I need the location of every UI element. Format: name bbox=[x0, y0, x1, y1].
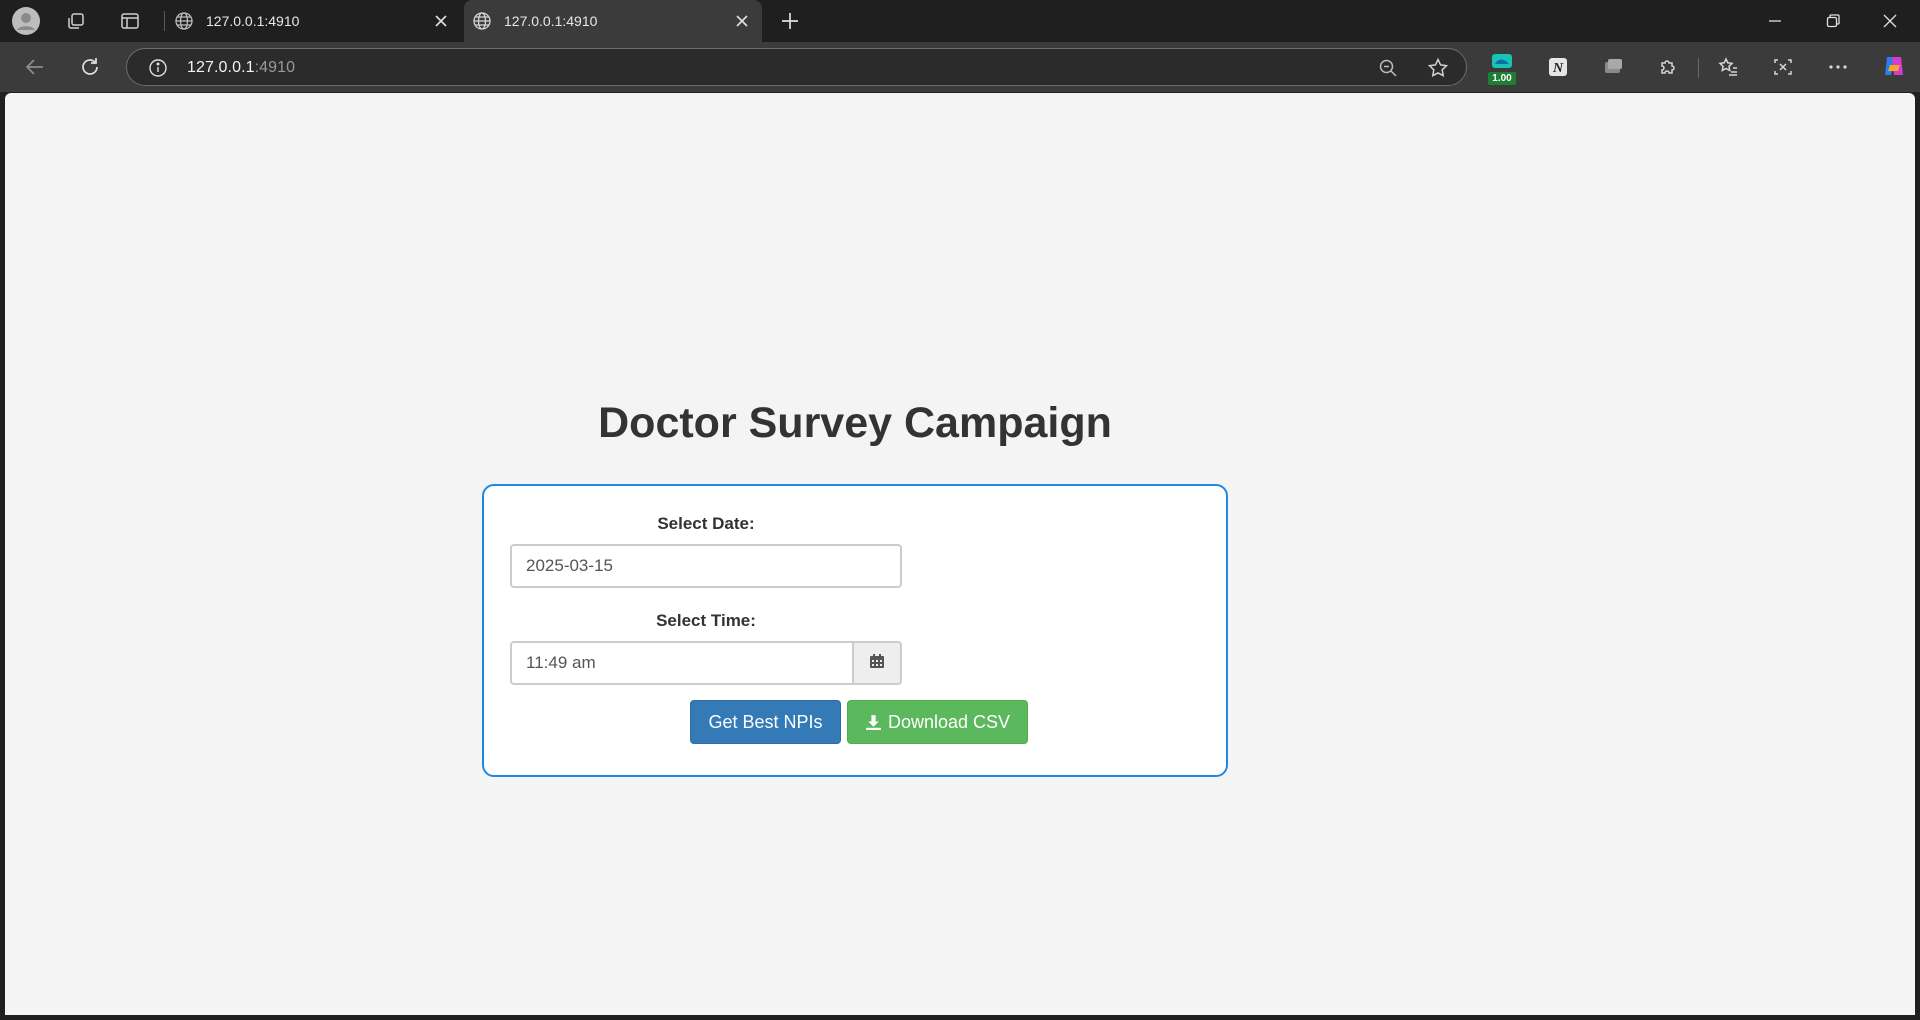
download-icon bbox=[866, 714, 881, 730]
browser-toolbar: 127.0.0.1:4910 1.00 N bbox=[0, 42, 1920, 92]
workspaces-icon[interactable] bbox=[64, 10, 88, 32]
screenshot-icon[interactable] bbox=[1771, 55, 1795, 79]
vertical-tabs-icon[interactable] bbox=[118, 10, 142, 32]
more-options-icon[interactable] bbox=[1826, 55, 1850, 79]
globe-icon bbox=[472, 11, 492, 34]
date-input[interactable]: 2025-03-15 bbox=[510, 544, 902, 588]
minimize-window-icon[interactable] bbox=[1763, 10, 1787, 32]
notion-extension-icon[interactable]: N bbox=[1546, 55, 1570, 79]
tab-title: 127.0.0.1:4910 bbox=[504, 13, 598, 29]
get-best-npis-label: Get Best NPIs bbox=[708, 711, 823, 732]
get-best-npis-button[interactable]: Get Best NPIs bbox=[690, 700, 841, 744]
browser-tab-bar: 127.0.0.1:4910 127.0.0.1:4910 bbox=[0, 0, 1920, 42]
tab-active[interactable]: 127.0.0.1:4910 bbox=[464, 0, 762, 42]
zoom-out-icon[interactable] bbox=[1377, 57, 1399, 79]
refresh-icon[interactable] bbox=[77, 55, 103, 79]
tab-inactive[interactable]: 127.0.0.1:4910 bbox=[166, 0, 461, 42]
tab-separator bbox=[164, 11, 165, 31]
url-host: 127.0.0.1 bbox=[187, 59, 255, 76]
tab-title: 127.0.0.1:4910 bbox=[206, 13, 300, 29]
site-info-icon[interactable] bbox=[147, 57, 169, 79]
time-label: Select Time: bbox=[656, 611, 756, 630]
address-url[interactable]: 127.0.0.1:4910 bbox=[187, 59, 295, 77]
favorite-star-icon[interactable] bbox=[1427, 57, 1449, 79]
close-tab-icon[interactable] bbox=[732, 11, 752, 34]
page-title: Doctor Survey Campaign bbox=[598, 399, 1112, 447]
calendar-icon bbox=[869, 653, 885, 674]
date-label: Select Date: bbox=[657, 514, 755, 533]
close-window-icon[interactable] bbox=[1878, 10, 1902, 32]
toolbar-separator bbox=[1698, 58, 1699, 78]
extension-badge: 1.00 bbox=[1488, 72, 1516, 85]
restore-window-icon[interactable] bbox=[1821, 10, 1845, 32]
back-arrow-icon[interactable] bbox=[22, 55, 48, 79]
favorites-list-icon[interactable] bbox=[1716, 55, 1740, 79]
copilot-icon[interactable] bbox=[1880, 52, 1908, 80]
svg-text:N: N bbox=[1552, 61, 1564, 76]
form-card: Select Date: 2025-03-15 Select Time: 11:… bbox=[482, 484, 1228, 777]
time-input[interactable]: 11:49 am bbox=[510, 641, 854, 685]
extension-monitor-icon[interactable] bbox=[1490, 52, 1514, 74]
url-port: :4910 bbox=[254, 59, 296, 76]
page-viewport: Doctor Survey Campaign Select Date: 2025… bbox=[5, 93, 1915, 1015]
globe-icon bbox=[174, 11, 194, 34]
collections-extension-icon[interactable] bbox=[1601, 55, 1625, 79]
address-bar[interactable]: 127.0.0.1:4910 bbox=[126, 48, 1467, 86]
close-tab-icon[interactable] bbox=[431, 11, 451, 34]
profile-avatar-icon[interactable] bbox=[11, 6, 41, 36]
new-tab-plus-icon[interactable] bbox=[778, 9, 802, 33]
calendar-picker-button[interactable] bbox=[852, 641, 902, 685]
extensions-puzzle-icon[interactable] bbox=[1656, 55, 1680, 79]
download-csv-button[interactable]: Download CSV bbox=[847, 700, 1028, 744]
download-csv-label: Download CSV bbox=[887, 711, 1011, 732]
